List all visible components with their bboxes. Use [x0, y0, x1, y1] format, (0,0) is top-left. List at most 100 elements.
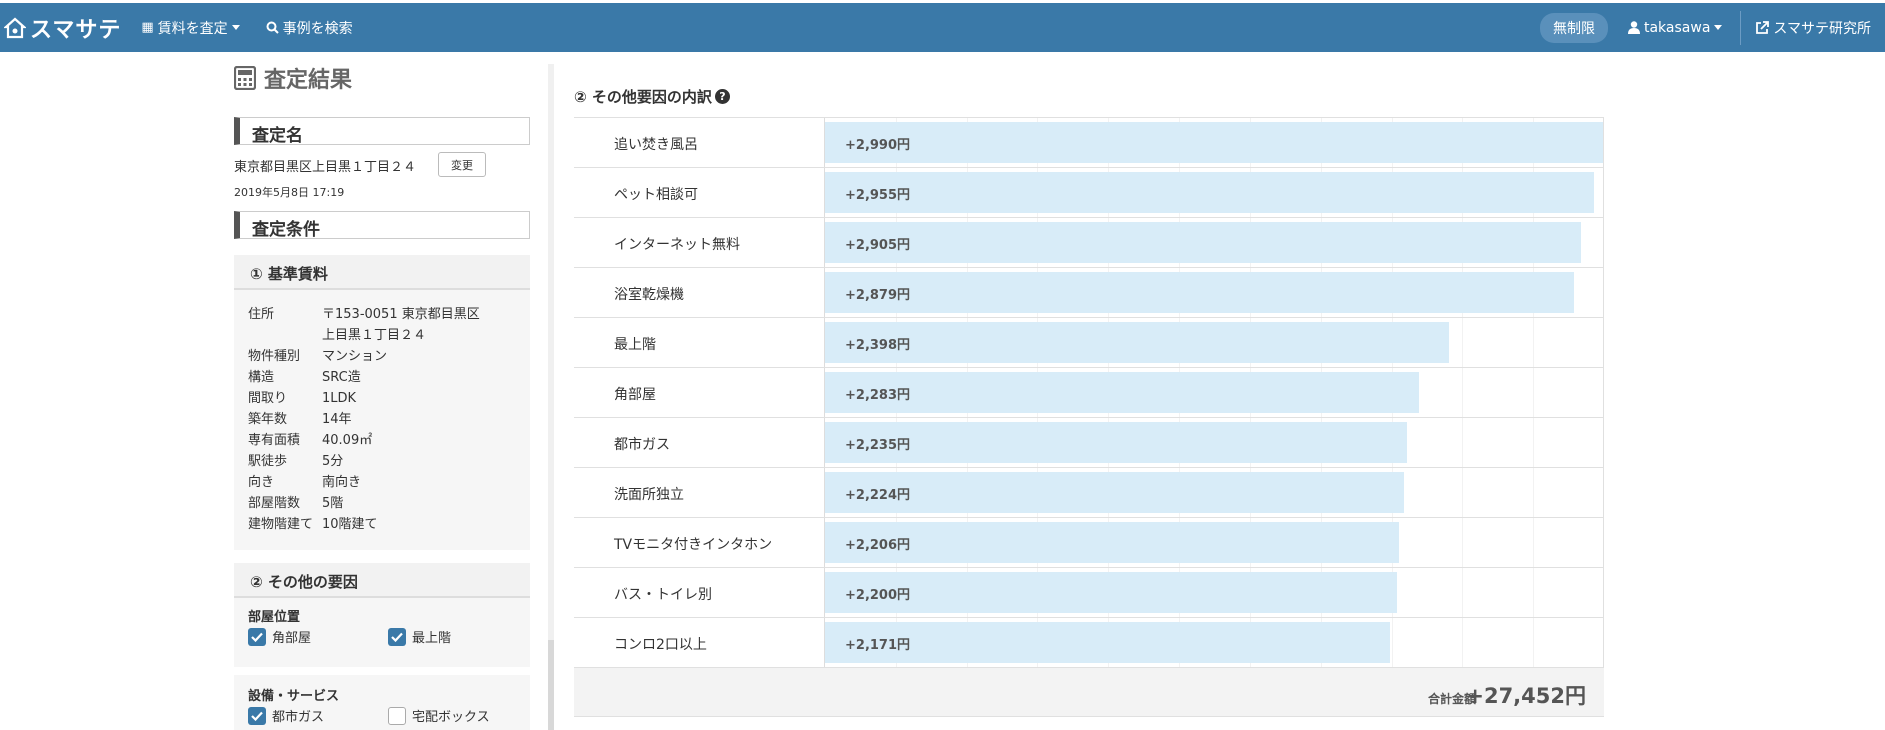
- calculator-icon: [234, 66, 256, 90]
- breakdown-row: 浴室乾燥機 +2,879円: [574, 267, 1604, 317]
- lab-link-label: スマサテ研究所: [1773, 20, 1871, 37]
- brand[interactable]: スマサテ: [0, 12, 121, 44]
- base-rent-heading: ① 基準賃料: [234, 255, 530, 290]
- factor-label: TVモニタ付きインタホン: [614, 537, 773, 553]
- checkbox-checked-icon[interactable]: [248, 627, 266, 646]
- factor-label: 洗面所独立: [614, 487, 684, 503]
- condition-row: 駅徒歩 5分: [248, 451, 530, 472]
- breakdown-row: コンロ2口以上 +2,171円: [574, 617, 1604, 667]
- condition-key: 築年数: [248, 412, 288, 427]
- breakdown-row: ペット相談可 +2,955円: [574, 167, 1604, 217]
- breakdown-title-text: ② その他要因の内訳: [574, 88, 712, 106]
- factor-amount: +2,283円: [845, 388, 911, 403]
- left-scrollbar[interactable]: [548, 64, 554, 730]
- breakdown-row: TVモニタ付きインタホン +2,206円: [574, 517, 1604, 567]
- checkbox-checked-icon[interactable]: [388, 627, 406, 646]
- other-factors-heading: ② その他の要因: [234, 563, 530, 598]
- equipment-group: 設備・サービス 都市ガス 宅配ボックス: [234, 675, 530, 725]
- name-heading: 査定名: [234, 117, 530, 146]
- page-title-text: 査定結果: [264, 68, 353, 93]
- factor-label: ペット相談可: [614, 187, 698, 203]
- factor-bar: [825, 222, 1581, 263]
- external-link-icon: [1756, 20, 1770, 34]
- factor-bar: [825, 172, 1594, 213]
- checkbox-checked-icon[interactable]: [248, 706, 266, 725]
- checkbox-option[interactable]: 最上階: [388, 627, 528, 646]
- factor-amount: +2,398円: [845, 338, 911, 353]
- condition-row: 物件種別 マンション: [248, 346, 530, 367]
- base-rent-table: 住所 〒153-0051 東京都目黒区 上目黒１丁目２４ 物件種別 マンション 構造 SRC…: [234, 290, 530, 535]
- checkbox-label: 都市ガス: [272, 710, 325, 725]
- other-factors-box: ② その他の要因 部屋位置 角部屋 最上階: [234, 563, 530, 667]
- menu-search-cases[interactable]: 事例を検索: [266, 18, 353, 38]
- change-name-button[interactable]: 変更: [438, 152, 486, 177]
- factor-amount: +2,206円: [845, 538, 911, 553]
- condition-value: 5階: [322, 496, 344, 511]
- factor-bar: [825, 472, 1404, 513]
- breakdown-row: 追い焚き風呂 +2,990円: [574, 117, 1604, 167]
- breakdown-row: 都市ガス +2,235円: [574, 417, 1604, 467]
- factor-label: 都市ガス: [614, 437, 670, 453]
- factor-amount: +2,990円: [845, 138, 911, 153]
- condition-key: 物件種別: [248, 349, 301, 364]
- checkbox-label: 角部屋: [272, 631, 312, 646]
- user-name: takasawa: [1643, 19, 1711, 36]
- navbar-right: 無制限 takasawa スマサテ研究所: [1539, 3, 1885, 52]
- condition-value: SRC造: [322, 370, 361, 385]
- breakdown-row: インターネット無料 +2,905円: [574, 217, 1604, 267]
- conditions-heading: 査定条件: [234, 211, 530, 240]
- factor-label: 浴室乾燥機: [614, 287, 684, 303]
- lab-link[interactable]: スマサテ研究所: [1755, 18, 1871, 38]
- menu-assess-label: 賃料を査定: [157, 20, 228, 37]
- factor-bar: [825, 372, 1419, 413]
- factor-label: インターネット無料: [614, 237, 740, 253]
- factor-amount: +2,200円: [845, 588, 911, 603]
- room-position-options: 角部屋 最上階: [248, 627, 530, 646]
- condition-value: 南向き: [322, 475, 362, 490]
- condition-row: 上目黒１丁目２４: [248, 325, 530, 346]
- menu-assess-rent[interactable]: ▦ 賃料を査定: [141, 18, 240, 38]
- condition-row: 建物階建て 10階建て: [248, 514, 530, 535]
- room-position-group: 部屋位置 角部屋 最上階: [234, 598, 530, 646]
- condition-value: 10階建て: [322, 517, 378, 532]
- breakdown-chart: 追い焚き風呂 +2,990円ペット相談可 +2,955円インターネット無料 +2,90…: [574, 117, 1604, 717]
- top-navbar: スマサテ ▦ 賃料を査定 事例を検索 無制限 takasawa スマサテ研究所: [0, 3, 1885, 52]
- factor-bar: [825, 272, 1574, 313]
- condition-value: 上目黒１丁目２４: [322, 328, 427, 343]
- checkbox-option[interactable]: 都市ガス: [248, 706, 388, 725]
- factor-label: バス・トイレ別: [614, 587, 712, 603]
- user-menu[interactable]: takasawa: [1627, 19, 1723, 36]
- help-icon[interactable]: ?: [714, 89, 730, 104]
- assessment-name: 東京都目黒区上目黒１丁目２４: [234, 160, 417, 175]
- condition-key: 向き: [248, 475, 275, 490]
- user-icon: [1627, 21, 1640, 34]
- factor-amount: +2,224円: [845, 488, 911, 503]
- checkbox-option[interactable]: 宅配ボックス: [388, 706, 528, 725]
- menu-search-label: 事例を検索: [282, 20, 353, 37]
- factor-bar: [825, 122, 1603, 163]
- breakdown-row: 洗面所独立 +2,224円: [574, 467, 1604, 517]
- condition-key: 駅徒歩: [248, 454, 288, 469]
- condition-key: 住所: [248, 307, 275, 322]
- plan-badge[interactable]: 無制限: [1539, 12, 1608, 43]
- breakdown-row: 角部屋 +2,283円: [574, 367, 1604, 417]
- total-value: +27,452円: [1466, 684, 1586, 708]
- factor-amount: +2,235円: [845, 438, 911, 453]
- factor-label: 追い焚き風呂: [614, 137, 698, 153]
- base-rent-box: ① 基準賃料 住所 〒153-0051 東京都目黒区 上目黒１丁目２４ 物件種別 マンシ…: [234, 255, 530, 550]
- condition-value: 14年: [322, 412, 352, 427]
- equipment-options: 都市ガス 宅配ボックス: [248, 706, 530, 725]
- left-scrollbar-thumb[interactable]: [548, 640, 554, 730]
- assessment-date: 2019年5月8日 17:19: [234, 186, 345, 199]
- home-logo-icon: [4, 17, 26, 38]
- factor-amount: +2,905円: [845, 238, 911, 253]
- condition-row: 専有面積 40.09㎡: [248, 430, 530, 451]
- condition-row: 築年数 14年: [248, 409, 530, 430]
- breakdown-row: 最上階 +2,398円: [574, 317, 1604, 367]
- breakdown-row: バス・トイレ別 +2,200円: [574, 567, 1604, 617]
- factor-label: 角部屋: [614, 387, 656, 403]
- checkbox-option[interactable]: 角部屋: [248, 627, 388, 646]
- checkbox-unchecked-icon[interactable]: [388, 706, 406, 725]
- condition-value: マンション: [322, 349, 388, 364]
- factor-label: コンロ2口以上: [614, 637, 707, 653]
